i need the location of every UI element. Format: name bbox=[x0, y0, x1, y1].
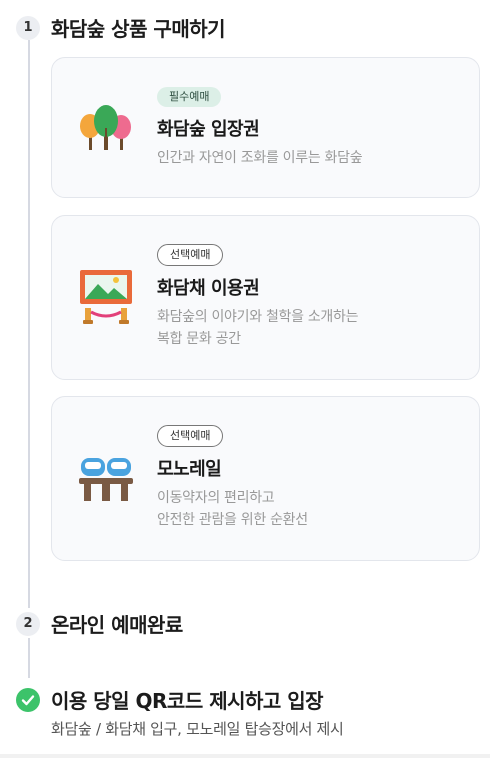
card-description: 화담숲의 이야기와 철학을 소개하는 복합 문화 공간 bbox=[157, 309, 359, 347]
card-title: 화담숲 입장권 bbox=[157, 119, 260, 140]
bottom-divider bbox=[0, 754, 490, 758]
product-card-forest-ticket[interactable]: 필수예매 화담숲 입장권 인간과 자연이 조화를 이루는 화담숲 bbox=[51, 57, 480, 198]
step-1: 1 화담숲 상품 구매하기 bbox=[16, 13, 226, 42]
optional-badge: 선택예매 bbox=[157, 244, 224, 266]
step-title: 온라인 예매완료 bbox=[51, 613, 183, 637]
step-connector-line bbox=[28, 40, 30, 608]
step-number: 2 bbox=[16, 611, 40, 636]
check-icon bbox=[16, 687, 40, 712]
framed-landscape-exhibit-icon bbox=[78, 268, 134, 330]
product-card-hwadamchae-pass[interactable]: 선택예매 화담채 이용권 화담숲의 이야기와 철학을 소개하는 복합 문화 공간 bbox=[51, 215, 480, 380]
step-2: 2 온라인 예매완료 bbox=[16, 609, 183, 638]
step-3: 이용 당일 QR코드 제시하고 입장 bbox=[16, 685, 324, 714]
step-title: 이용 당일 QR코드 제시하고 입장 bbox=[51, 689, 324, 713]
step-description: 화담숲 / 화담채 입구, 모노레일 탑승장에서 제시 bbox=[51, 720, 344, 738]
required-badge: 필수예매 bbox=[157, 87, 222, 107]
card-title: 화담채 이용권 bbox=[157, 278, 260, 299]
step-number: 1 bbox=[16, 15, 40, 40]
card-title: 모노레일 bbox=[157, 459, 222, 480]
forest-trees-icon bbox=[78, 104, 134, 156]
step-connector-line bbox=[28, 638, 30, 678]
card-description: 인간과 자연이 조화를 이루는 화담숲 bbox=[157, 150, 363, 166]
product-card-monorail[interactable]: 선택예매 모노레일 이동약자의 편리하고 안전한 관람을 위한 순환선 bbox=[51, 396, 480, 561]
step-title: 화담숲 상품 구매하기 bbox=[51, 17, 226, 41]
monorail-icon bbox=[78, 455, 134, 507]
card-description: 이동약자의 편리하고 안전한 관람을 위한 순환선 bbox=[157, 490, 308, 528]
optional-badge: 선택예매 bbox=[157, 425, 224, 447]
